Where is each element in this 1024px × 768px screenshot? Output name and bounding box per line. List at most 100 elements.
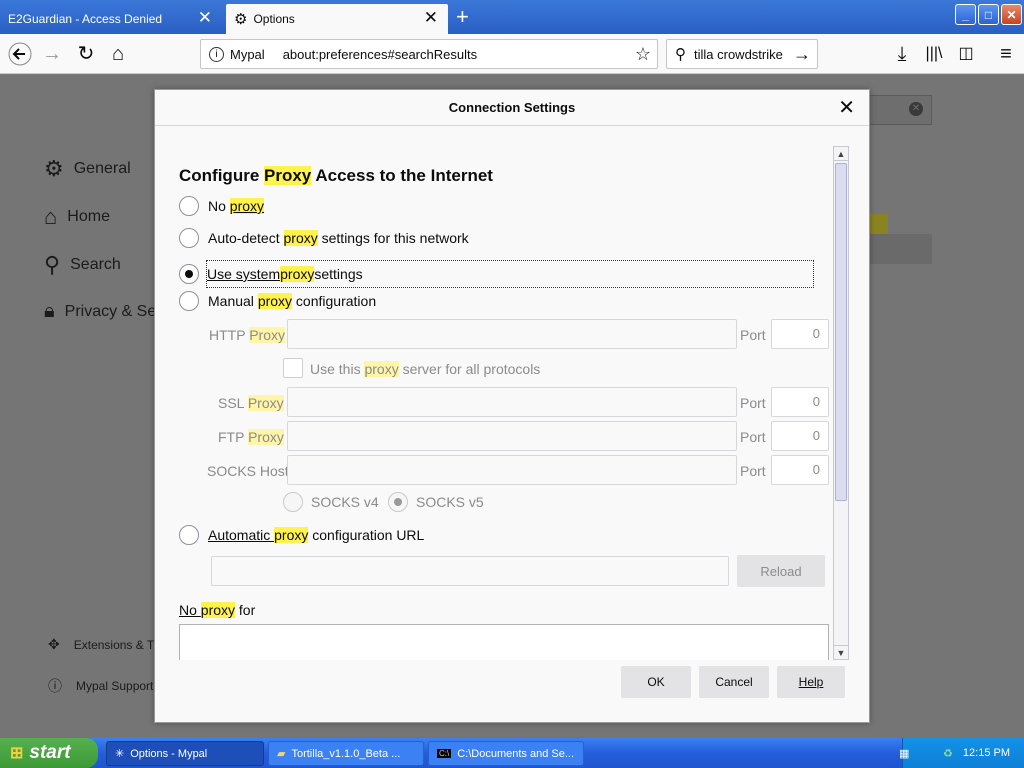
taskbar-item-cmd[interactable]: C:\ C:\Documents and Se... bbox=[428, 741, 584, 766]
back-arrow-icon bbox=[8, 42, 32, 66]
sidebar-item-label: General bbox=[73, 160, 131, 177]
bookmark-star-icon[interactable]: ☆ bbox=[635, 44, 651, 65]
scroll-down-arrow-icon[interactable]: ▼ bbox=[834, 645, 848, 659]
settings-button-partial[interactable] bbox=[870, 234, 932, 264]
url-bar[interactable]: i Mypal about:preferences#searchResults … bbox=[200, 39, 658, 69]
search-bar[interactable]: ⚲ tilla crowdstrike → bbox=[666, 39, 818, 69]
radio-manual-proxy[interactable]: Manual proxy configuration bbox=[179, 291, 376, 311]
help-button[interactable]: Help bbox=[777, 666, 845, 698]
dialog-scrollbar[interactable]: ▲ ▼ bbox=[833, 146, 849, 660]
search-icon: ⚲ bbox=[44, 252, 61, 277]
ok-button[interactable]: OK bbox=[621, 666, 691, 698]
ftp-proxy-label: FTP Proxy bbox=[218, 429, 284, 445]
sidebar-toggle-icon[interactable]: ◫ bbox=[954, 42, 978, 66]
cancel-button[interactable]: Cancel bbox=[699, 666, 769, 698]
ssl-port-label: Port bbox=[740, 395, 766, 411]
radio-no-proxy[interactable]: No proxy bbox=[179, 196, 265, 216]
dialog-close-button[interactable]: ✕ bbox=[838, 96, 855, 120]
scroll-up-arrow-icon[interactable]: ▲ bbox=[834, 147, 848, 161]
tab-strip: E2Guardian - Access Denied ✕ ⚙ Options ✕… bbox=[0, 0, 1024, 34]
close-window-button[interactable]: ✕ bbox=[1001, 4, 1022, 25]
reload-button[interactable]: ↻ bbox=[74, 42, 98, 66]
sidebar-item-label: Home bbox=[67, 208, 110, 225]
auto-config-url-input[interactable] bbox=[211, 556, 729, 586]
sidebar-item-label: Extensions & T bbox=[73, 637, 155, 652]
keyboard-icon[interactable]: ▦ bbox=[899, 747, 909, 760]
folder-icon: ▰ bbox=[277, 748, 286, 760]
socks-port-input[interactable]: 0 bbox=[771, 455, 829, 485]
radio-system-proxy[interactable]: Use system proxy settings bbox=[179, 260, 814, 288]
ftp-port-input[interactable]: 0 bbox=[771, 421, 829, 451]
reload-button[interactable]: Reload bbox=[737, 555, 825, 587]
library-icon[interactable]: |||\ bbox=[922, 42, 946, 66]
mypal-icon: ✳ bbox=[115, 748, 125, 760]
back-button[interactable] bbox=[8, 42, 32, 66]
site-identity: Mypal bbox=[230, 46, 265, 62]
search-value[interactable]: tilla crowdstrike bbox=[694, 47, 783, 62]
ssl-proxy-input[interactable] bbox=[287, 387, 737, 417]
scroll-thumb[interactable] bbox=[835, 163, 847, 501]
radio-button[interactable] bbox=[179, 525, 199, 545]
ssl-port-input[interactable]: 0 bbox=[771, 387, 829, 417]
option-label: Automatic proxy configuration URL bbox=[208, 527, 425, 543]
maximize-button[interactable]: □ bbox=[978, 4, 999, 25]
http-proxy-label: HTTP Proxy bbox=[209, 327, 285, 343]
url-text[interactable]: about:preferences#searchResults bbox=[283, 47, 477, 62]
help-icon: ⓘ bbox=[48, 678, 62, 694]
clear-search-icon[interactable]: ✕ bbox=[909, 102, 923, 116]
minimize-button[interactable]: _ bbox=[955, 4, 976, 25]
sidebar-item-search[interactable]: ⚲ Search bbox=[44, 252, 121, 278]
radio-button[interactable] bbox=[179, 264, 199, 284]
search-go-arrow-icon[interactable]: → bbox=[793, 44, 811, 65]
socks-v5-label: SOCKS v5 bbox=[416, 494, 484, 510]
radio-button[interactable] bbox=[179, 228, 199, 248]
network-icon[interactable]: ♻ bbox=[943, 747, 953, 760]
sidebar-item-extensions[interactable]: ✥ Extensions & T bbox=[48, 636, 154, 653]
sidebar-item-label: Mypal Support bbox=[76, 679, 154, 693]
downloads-icon[interactable]: ⤓ bbox=[890, 42, 914, 66]
radio-auto-detect[interactable]: Auto-detect proxy settings for this netw… bbox=[179, 228, 469, 248]
sidebar-item-home[interactable]: ⌂ Home bbox=[44, 204, 110, 230]
http-proxy-input[interactable] bbox=[287, 319, 737, 349]
radio-button[interactable] bbox=[283, 492, 303, 512]
radio-socks-v4[interactable]: SOCKS v4 bbox=[283, 492, 379, 512]
radio-button[interactable] bbox=[388, 492, 408, 512]
socks-port-label: Port bbox=[740, 463, 766, 479]
taskbar-item-mypal[interactable]: ✳ Options - Mypal bbox=[106, 741, 264, 766]
use-all-protocols-checkbox[interactable] bbox=[283, 358, 303, 378]
radio-button[interactable] bbox=[179, 291, 199, 311]
new-tab-button[interactable]: + bbox=[456, 6, 469, 28]
close-tab-icon[interactable]: ✕ bbox=[424, 8, 438, 28]
menu-hamburger-icon[interactable]: ≡ bbox=[994, 42, 1018, 66]
start-button[interactable]: ⊞ start bbox=[0, 738, 98, 768]
taskbar-item-label: Options - Mypal bbox=[130, 747, 208, 760]
tab-label: E2Guardian - Access Denied bbox=[8, 12, 163, 26]
no-proxy-for-textarea[interactable] bbox=[179, 624, 829, 660]
sidebar-item-privacy[interactable]: 🔒︎ Privacy & Se bbox=[44, 300, 156, 323]
tab-options[interactable]: ⚙ Options ✕ bbox=[226, 4, 448, 34]
radio-socks-v5[interactable]: SOCKS v5 bbox=[388, 492, 484, 512]
taskbar-item-tortilla[interactable]: ▰ Tortilla_v1.1.0_Beta ... bbox=[268, 741, 424, 766]
close-tab-icon[interactable]: ✕ bbox=[198, 8, 212, 28]
socks-host-input[interactable] bbox=[287, 455, 737, 485]
command-prompt-icon: C:\ bbox=[437, 749, 452, 758]
info-icon[interactable]: i bbox=[209, 46, 224, 62]
gear-icon: ⚙ bbox=[234, 11, 248, 28]
home-button[interactable]: ⌂ bbox=[106, 42, 130, 66]
tab-e2guardian[interactable]: E2Guardian - Access Denied ✕ bbox=[0, 4, 222, 34]
find-in-options-input[interactable]: ✕ bbox=[868, 95, 932, 125]
sidebar-item-general[interactable]: ⚙ General bbox=[44, 156, 131, 182]
radio-auto-config-url[interactable]: Automatic proxy configuration URL bbox=[179, 525, 424, 545]
taskbar-item-label: Tortilla_v1.1.0_Beta ... bbox=[291, 747, 401, 760]
http-port-input[interactable]: 0 bbox=[771, 319, 829, 349]
forward-button[interactable]: → bbox=[40, 42, 64, 66]
puzzle-icon: ✥ bbox=[48, 636, 60, 652]
sidebar-item-support[interactable]: ⓘ Mypal Support bbox=[48, 676, 153, 696]
heading-text: Access to the Internet bbox=[311, 166, 493, 185]
ftp-proxy-input[interactable] bbox=[287, 421, 737, 451]
search-icon: ⚲ bbox=[675, 46, 686, 63]
clock[interactable]: 12:15 PM bbox=[963, 747, 1010, 759]
http-port-label: Port bbox=[740, 327, 766, 343]
socks-v4-label: SOCKS v4 bbox=[311, 494, 379, 510]
radio-button[interactable] bbox=[179, 196, 199, 216]
